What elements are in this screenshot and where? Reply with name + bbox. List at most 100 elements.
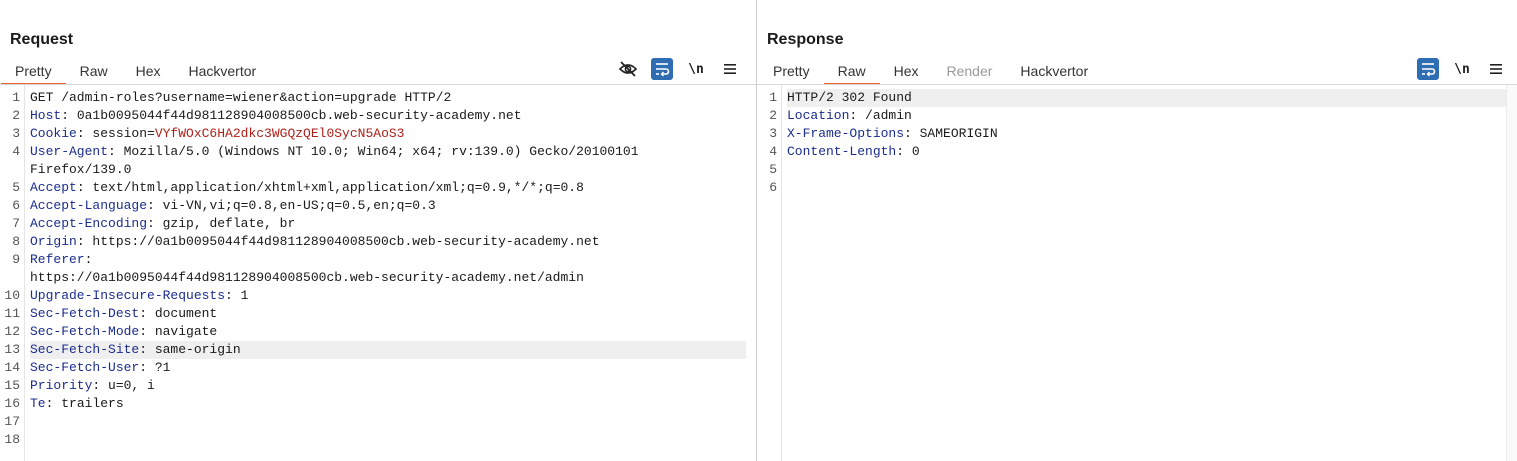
wrap-icon (656, 63, 670, 77)
line-text: User-Agent: Mozilla/5.0 (Windows NT 10.0… (30, 144, 639, 159)
request-tab-raw[interactable]: Raw (66, 58, 122, 84)
editor-line: 5 (757, 161, 1507, 179)
line-text: Accept-Encoding: gzip, deflate, br (30, 216, 296, 231)
response-tab-hex[interactable]: Hex (880, 58, 933, 84)
line-number: 1 (769, 90, 777, 105)
line-text: Sec-Fetch-User: ?1 (30, 360, 171, 375)
request-menu-button[interactable] (719, 58, 741, 80)
line-text: Te: trailers (30, 396, 124, 411)
line-number: 2 (769, 108, 777, 123)
line-number: 8 (12, 234, 20, 249)
menu-icon (1490, 64, 1502, 74)
response-tab-hackvertor[interactable]: Hackvertor (1006, 58, 1102, 84)
line-text: Accept: text/html,application/xhtml+xml,… (30, 180, 584, 195)
line-number: 14 (4, 360, 20, 375)
request-tab-hackvertor[interactable]: Hackvertor (175, 58, 271, 84)
response-lines: 1 HTTP/2 302 Found 2 Location: /admin 3 X-Fra… (757, 89, 1507, 197)
line-text: Priority: u=0, i (30, 378, 155, 393)
response-title: Response (767, 31, 844, 48)
editor-line: 7 Accept-Encoding: gzip, deflate, br (0, 215, 746, 233)
menu-icon (724, 64, 736, 74)
line-number: 1 (12, 90, 20, 105)
line-text: Sec-Fetch-Site: same-origin (30, 341, 746, 359)
line-text: Upgrade-Insecure-Requests: 1 (30, 288, 249, 303)
wrap-icon (1422, 63, 1436, 77)
line-text: Referer: (30, 252, 93, 267)
editor-line: Firefox/139.0 (0, 161, 746, 179)
editor-line: 14 Sec-Fetch-User: ?1 (0, 359, 746, 377)
request-tab-hex[interactable]: Hex (122, 58, 175, 84)
line-number: 2 (12, 108, 20, 123)
response-wrap-lines-button[interactable] (1417, 58, 1439, 80)
editor-line: 16 Te: trailers (0, 395, 746, 413)
request-tabs: Pretty Raw Hex Hackvertor (1, 58, 271, 85)
response-pane: Response Pretty Raw Hex Render Hackverto… (757, 0, 1517, 461)
line-text: Origin: https://0a1b0095044f44d981128904… (30, 234, 600, 249)
line-text: Content-Length: 0 (787, 144, 920, 159)
line-number: 11 (4, 306, 20, 321)
response-tab-raw[interactable]: Raw (823, 58, 880, 85)
line-number: 18 (4, 432, 20, 447)
line-number: 10 (4, 288, 20, 303)
line-text: Location: /admin (787, 108, 912, 123)
line-number: 5 (12, 180, 20, 195)
line-text: Accept-Language: vi-VN,vi;q=0.8,en-US;q=… (30, 198, 436, 213)
line-number: 5 (769, 162, 777, 177)
editor-line: 3 Cookie: session=VYfWOxC6HA2dkc3WGQzQEl0… (0, 125, 746, 143)
line-text: Sec-Fetch-Mode: navigate (30, 324, 218, 339)
line-number: 9 (12, 252, 20, 267)
line-number: 4 (769, 144, 777, 159)
editor-line: 1 GET /admin-roles?username=wiener&action… (0, 89, 746, 107)
editor-line: 2 Host: 0a1b0095044f44d981128904008500cb.… (0, 107, 746, 125)
editor-line: 18 (0, 431, 746, 449)
line-text: Host: 0a1b0095044f44d981128904008500cb.w… (30, 108, 522, 123)
line-number: 13 (4, 342, 20, 357)
line-text: Firefox/139.0 (30, 162, 132, 177)
response-tab-render[interactable]: Render (933, 58, 1007, 84)
request-editor[interactable]: 1 GET /admin-roles?username=wiener&action… (0, 85, 756, 461)
response-tab-pretty[interactable]: Pretty (759, 58, 824, 84)
request-newline-toggle[interactable]: \n (685, 58, 707, 80)
editor-line: https://0a1b0095044f44d981128904008500cb… (0, 269, 746, 287)
line-number (0, 161, 30, 179)
editor-line: 1 HTTP/2 302 Found (757, 89, 1507, 107)
response-editor[interactable]: 1 HTTP/2 302 Found 2 Location: /admin 3 X-Fra… (757, 85, 1517, 461)
line-text (30, 431, 746, 449)
line-text: HTTP/2 302 Found (787, 89, 1507, 107)
request-wrap-lines-button[interactable] (651, 58, 673, 80)
editor-line: 4 User-Agent: Mozilla/5.0 (Windows NT 10.… (0, 143, 746, 161)
response-menu-button[interactable] (1485, 58, 1507, 80)
editor-line: 5 Accept: text/html,application/xhtml+xml… (0, 179, 746, 197)
editor-line: 11 Sec-Fetch-Dest: document (0, 305, 746, 323)
line-number: 16 (4, 396, 20, 411)
request-pane: Request Pretty Raw Hex Hackvertor \n 1 G… (0, 0, 756, 461)
line-number: 7 (12, 216, 20, 231)
line-text: Cookie: session=VYfWOxC6HA2dkc3WGQzQEl0S… (30, 126, 405, 141)
line-number: 3 (12, 126, 20, 141)
editor-line: 2 Location: /admin (757, 107, 1507, 125)
line-number: 17 (4, 414, 20, 429)
editor-line: 13 Sec-Fetch-Site: same-origin (0, 341, 746, 359)
editor-line: 15 Priority: u=0, i (0, 377, 746, 395)
hide-nonprintable-button[interactable] (617, 58, 639, 80)
request-lines: 1 GET /admin-roles?username=wiener&action… (0, 89, 746, 449)
line-number: 15 (4, 378, 20, 393)
request-toolbar: \n (617, 58, 741, 80)
editor-line: 12 Sec-Fetch-Mode: navigate (0, 323, 746, 341)
eye-slash-icon (618, 61, 638, 77)
line-text: X-Frame-Options: SAMEORIGIN (787, 126, 998, 141)
request-title: Request (10, 31, 74, 48)
editor-line: 3 X-Frame-Options: SAMEORIGIN (757, 125, 1507, 143)
line-number: 4 (12, 144, 20, 159)
line-text: Sec-Fetch-Dest: document (30, 306, 218, 321)
response-newline-toggle[interactable]: \n (1451, 58, 1473, 80)
editor-line: 17 (0, 413, 746, 431)
line-text: GET /admin-roles?username=wiener&action=… (30, 90, 452, 105)
editor-line: 10 Upgrade-Insecure-Requests: 1 (0, 287, 746, 305)
line-number (0, 269, 30, 287)
response-scrollbar[interactable] (1506, 85, 1517, 461)
line-text (787, 179, 1507, 197)
line-text (787, 161, 1507, 179)
response-tabs: Pretty Raw Hex Render Hackvertor (759, 58, 1102, 85)
request-tab-pretty[interactable]: Pretty (1, 58, 66, 85)
